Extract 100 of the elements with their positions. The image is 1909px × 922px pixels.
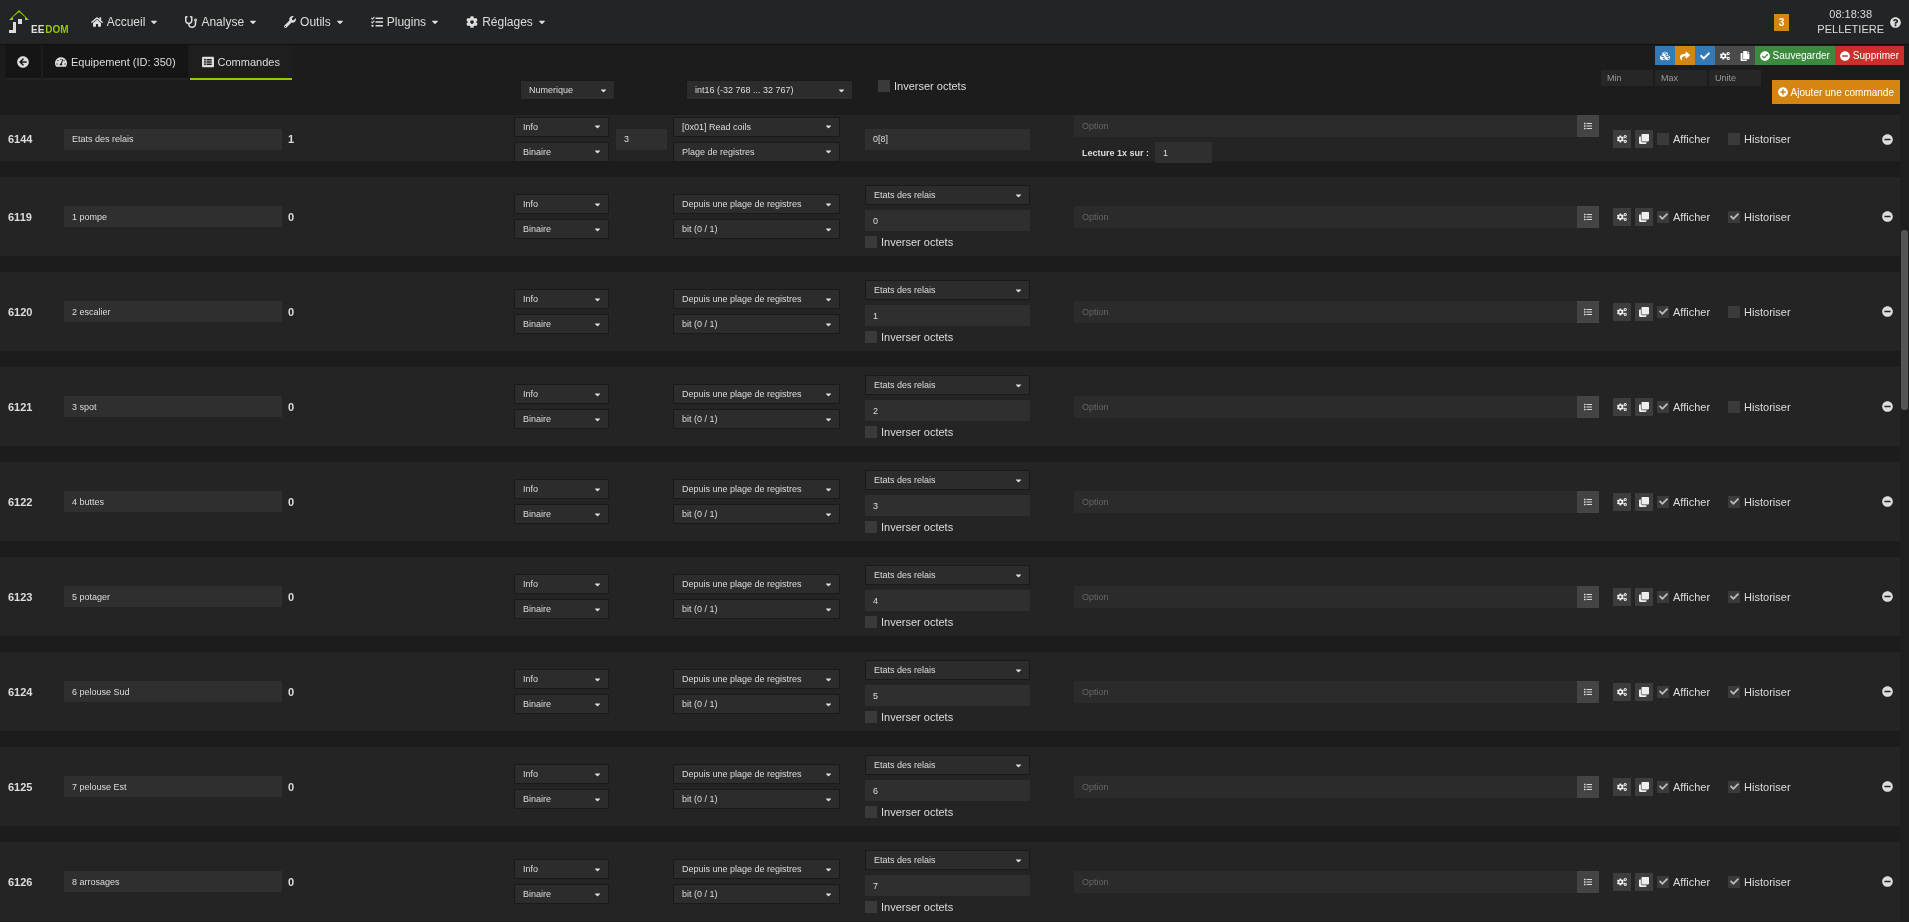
tab[interactable]: Equipement (ID: 350) [43,45,188,80]
select-field[interactable]: Depuis une plage de registres [673,479,840,499]
select-field[interactable]: Etats des relais [865,375,1030,395]
copy-button[interactable] [1635,397,1653,416]
checkbox[interactable] [1728,685,1741,698]
checkbox[interactable] [1728,590,1741,603]
select-field[interactable]: Binaire [514,694,609,714]
select-field[interactable]: Binaire [514,504,609,524]
checkbox-label[interactable]: Inverser octets [865,806,1074,818]
menu-item[interactable]: Accueil [90,15,160,29]
select-field[interactable]: bit (0 / 1) [673,409,840,429]
checkbox-label[interactable]: Inverser octets [865,426,1074,438]
select-field[interactable]: Info [514,384,609,404]
checkbox-label[interactable]: Afficher [1657,133,1711,145]
menu-item[interactable]: Réglages [466,15,547,29]
checkbox-label[interactable]: Afficher [1657,305,1711,318]
menu-item[interactable]: Outils [284,15,345,29]
checkbox[interactable] [1657,780,1669,793]
settings-button[interactable] [1613,682,1631,701]
menu-item[interactable]: Analyse [185,15,259,29]
copy-button[interactable] [1635,207,1653,226]
checkbox-label[interactable]: Afficher [1657,210,1711,223]
copy-button[interactable] [1635,872,1653,891]
remove-icon[interactable] [1882,686,1893,697]
select-field[interactable]: Etats des relais [865,755,1030,775]
select-field[interactable]: bit (0 / 1) [673,219,840,239]
checkbox-label[interactable]: Afficher [1657,590,1711,603]
select-field[interactable]: Binaire [514,219,609,239]
checkbox-label[interactable]: Historiser [1728,133,1791,145]
name-field[interactable]: Etats des relais [64,128,282,150]
select-field[interactable]: Info [514,116,609,137]
select-field[interactable]: Depuis une plage de registres [673,574,840,594]
select-field[interactable]: Info [514,859,609,879]
select-field[interactable]: Info [514,669,609,689]
select-field[interactable]: bit (0 / 1) [673,314,840,334]
copy-button[interactable] [1635,302,1653,321]
select-field[interactable]: Numerique [520,80,615,100]
checkbox-label[interactable]: Inverser octets [865,521,1074,533]
checkbox[interactable] [1657,400,1669,413]
logo[interactable]: EEDOM [8,9,69,35]
checkbox[interactable] [1728,875,1741,888]
select-field[interactable]: Binaire [514,314,609,334]
remove-icon[interactable] [1882,306,1893,317]
checkbox-label[interactable]: Historiser [1728,685,1791,698]
select-field[interactable]: Info [514,479,609,499]
list-button[interactable] [1577,775,1599,798]
select-field[interactable]: Etats des relais [865,185,1030,205]
checkbox-label[interactable]: Afficher [1657,780,1711,793]
select-field[interactable]: Etats des relais [865,470,1030,490]
checkbox[interactable] [1657,305,1669,318]
copy-button[interactable] [1635,492,1653,511]
settings-button[interactable] [1613,397,1631,416]
select-field[interactable]: Binaire [514,884,609,904]
copy-button[interactable] [1635,587,1653,606]
select-field[interactable]: [0x01] Read coils [673,116,840,137]
name-field[interactable]: 4 buttes [64,491,282,512]
input-field[interactable]: Max [1655,70,1707,86]
address-field[interactable]: 1 [865,305,1030,326]
select-field[interactable]: bit (0 / 1) [673,599,840,619]
name-field[interactable]: 5 potager [64,586,282,607]
select-field[interactable]: Depuis une plage de registres [673,384,840,404]
save-button[interactable]: Sauvegarder [1754,46,1835,65]
name-field[interactable]: 6 pelouse Sud [64,681,282,702]
checkbox-label[interactable]: Inverser octets [865,616,1074,628]
copy-button[interactable] [1635,682,1653,701]
list-button[interactable] [1577,585,1599,608]
menu-item[interactable]: Plugins [370,15,441,29]
input-field[interactable]: 3 [616,128,667,150]
checkbox-label[interactable]: Afficher [1657,495,1711,508]
list-button[interactable] [1577,115,1599,137]
address-field[interactable]: 6 [865,780,1030,801]
settings-button[interactable] [1613,302,1631,321]
select-field[interactable]: Depuis une plage de registres [673,669,840,689]
address-field[interactable]: 3 [865,495,1030,516]
checkbox[interactable] [1657,685,1669,698]
checkbox-label[interactable]: Afficher [1657,685,1711,698]
list-button[interactable] [1577,490,1599,513]
copy-button[interactable] [1635,130,1653,148]
input-field[interactable]: Min [1601,70,1653,86]
remove-icon[interactable] [1882,211,1893,222]
settings-button[interactable] [1613,872,1631,891]
remove-icon[interactable] [1882,133,1893,145]
checkbox-label[interactable]: Historiser [1728,305,1791,318]
select-field[interactable]: Info [514,289,609,309]
select-field[interactable]: bit (0 / 1) [673,884,840,904]
checkbox-label[interactable]: Historiser [1728,780,1791,793]
settings-button[interactable] [1613,492,1631,511]
address-field[interactable]: 4 [865,590,1030,611]
remove-icon[interactable] [1882,401,1893,412]
address-field[interactable]: 7 [865,875,1030,896]
tab[interactable] [5,45,41,80]
select-field[interactable]: Binaire [514,789,609,809]
select-field[interactable]: Etats des relais [865,565,1030,585]
address-field[interactable]: 5 [865,685,1030,706]
settings-button[interactable] [1613,130,1631,148]
input-field[interactable]: 1 [1155,142,1213,163]
select-field[interactable]: bit (0 / 1) [673,504,840,524]
checkbox[interactable] [1728,780,1741,793]
name-field[interactable]: 8 arrosages [64,871,282,892]
remove-icon[interactable] [1882,781,1893,792]
